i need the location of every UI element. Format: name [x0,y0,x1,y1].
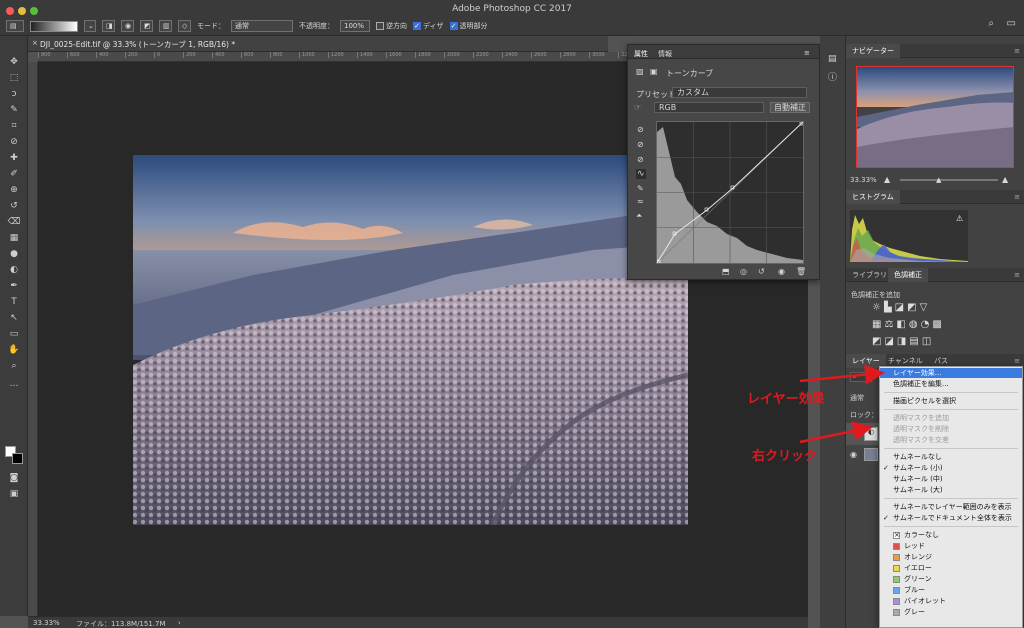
annotation-arrows [799,364,885,444]
arrow-to-layer-style [799,364,885,385]
annotation-layer-effect: レイヤー効果 [747,392,825,407]
arrow-to-layer-thumb [799,421,873,444]
annotation-right-click: 右クリック [752,449,818,464]
